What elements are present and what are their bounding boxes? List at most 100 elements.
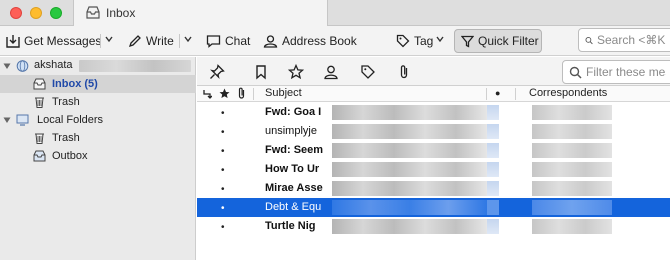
globe-icon bbox=[16, 60, 29, 72]
message-row[interactable]: • Turtle Nig bbox=[197, 217, 670, 236]
subject-column-header[interactable]: Subject bbox=[265, 87, 302, 99]
message-row[interactable]: • unsimplyje bbox=[197, 122, 670, 141]
chat-label: Chat bbox=[225, 34, 251, 48]
redacted-correspondent bbox=[532, 124, 612, 139]
outbox-icon bbox=[33, 150, 46, 162]
message-list-header: Subject ● Correspondents bbox=[197, 86, 670, 102]
redacted-unread-cell bbox=[487, 162, 499, 177]
redacted-unread-cell bbox=[487, 219, 499, 234]
folder-outbox[interactable]: Outbox bbox=[0, 147, 196, 165]
redacted-subject bbox=[332, 219, 487, 234]
folder-local-trash[interactable]: Trash bbox=[0, 129, 196, 147]
chevron-down-icon[interactable] bbox=[3, 62, 11, 70]
global-search-input[interactable] bbox=[597, 33, 670, 47]
maximize-window-button[interactable] bbox=[50, 7, 62, 19]
redacted-unread-cell bbox=[487, 143, 499, 158]
unread-filter-icon[interactable] bbox=[253, 64, 269, 80]
redacted-correspondent bbox=[532, 181, 612, 196]
tag-label: Tag bbox=[414, 34, 434, 48]
redacted-subject bbox=[332, 143, 487, 158]
filter-messages-input[interactable] bbox=[586, 65, 666, 79]
trash-label: Trash bbox=[52, 96, 80, 108]
redacted-unread-cell bbox=[487, 181, 499, 196]
unread-column-header[interactable]: ● bbox=[495, 88, 500, 98]
local-folders-label: Local Folders bbox=[37, 114, 104, 126]
chevron-down-icon[interactable] bbox=[435, 34, 445, 44]
correspondents-column-header[interactable]: Correspondents bbox=[529, 87, 607, 99]
folder-trash[interactable]: Trash bbox=[0, 93, 196, 111]
redacted-unread-cell bbox=[487, 124, 499, 139]
read-status-dot[interactable]: • bbox=[221, 222, 225, 233]
local-trash-label: Trash bbox=[52, 132, 80, 144]
redacted-unread-cell bbox=[487, 200, 499, 215]
thread-column-icon[interactable] bbox=[202, 89, 212, 99]
chat-bubble-icon bbox=[206, 35, 221, 48]
message-row[interactable]: • Fwd: Seem bbox=[197, 141, 670, 160]
read-status-dot[interactable]: • bbox=[221, 146, 225, 157]
get-messages-label: Get Messages bbox=[24, 34, 102, 48]
get-messages-button[interactable]: Get Messages bbox=[6, 30, 101, 52]
redacted-correspondent bbox=[532, 105, 612, 120]
message-subject: Fwd: Seem bbox=[265, 144, 324, 156]
outbox-label: Outbox bbox=[52, 150, 88, 162]
trash-icon bbox=[35, 97, 44, 108]
contact-icon[interactable] bbox=[323, 64, 339, 80]
star-column-icon[interactable] bbox=[219, 88, 230, 99]
write-button[interactable]: Write bbox=[128, 30, 174, 52]
redacted-correspondent bbox=[532, 143, 612, 158]
tab-inbox[interactable]: Inbox bbox=[73, 0, 328, 26]
inbox-tray-icon bbox=[33, 78, 46, 90]
inbox-tray-icon bbox=[86, 6, 100, 19]
chevron-down-icon[interactable] bbox=[3, 116, 11, 124]
redacted-subject bbox=[332, 200, 487, 215]
toolbar-divider bbox=[179, 34, 180, 48]
folder-inbox[interactable]: Inbox (5) bbox=[0, 75, 196, 93]
attachment-icon[interactable] bbox=[396, 64, 412, 80]
chat-button[interactable]: Chat bbox=[206, 30, 250, 52]
chevron-down-icon[interactable] bbox=[183, 34, 193, 44]
computer-icon bbox=[16, 114, 29, 126]
local-folders-row[interactable]: Local Folders bbox=[0, 111, 196, 129]
tag-icon[interactable] bbox=[360, 64, 376, 80]
pin-icon[interactable] bbox=[209, 64, 225, 80]
read-status-dot[interactable]: • bbox=[221, 184, 225, 195]
message-subject: Debt & Equ bbox=[265, 201, 322, 213]
title-bar: Inbox bbox=[0, 0, 670, 26]
redacted-correspondent bbox=[532, 200, 612, 215]
funnel-icon bbox=[461, 35, 474, 48]
column-divider bbox=[486, 88, 487, 100]
message-subject: How To Ur bbox=[265, 163, 320, 175]
message-row[interactable]: • Debt & Equ bbox=[197, 198, 670, 217]
account-row[interactable]: akshata bbox=[0, 57, 196, 75]
toolbar-divider bbox=[100, 34, 101, 48]
redacted-subject bbox=[332, 162, 487, 177]
column-divider bbox=[253, 88, 254, 100]
message-subject: unsimplyje bbox=[265, 125, 317, 137]
pencil-icon bbox=[128, 35, 141, 48]
redacted-subject bbox=[332, 181, 487, 196]
minimize-window-button[interactable] bbox=[30, 7, 42, 19]
message-row[interactable]: • Mirae Asse bbox=[197, 179, 670, 198]
message-row[interactable]: • How To Ur bbox=[197, 160, 670, 179]
message-row[interactable]: • Fwd: Goa I bbox=[197, 103, 670, 122]
close-window-button[interactable] bbox=[10, 7, 22, 19]
quick-filter-button[interactable]: Quick Filter bbox=[454, 29, 542, 53]
address-book-button[interactable]: Address Book bbox=[263, 30, 357, 52]
read-status-dot[interactable]: • bbox=[221, 127, 225, 138]
message-subject: Fwd: Goa I bbox=[265, 106, 322, 118]
read-status-dot[interactable]: • bbox=[221, 203, 225, 214]
read-status-dot[interactable]: • bbox=[221, 165, 225, 176]
write-label: Write bbox=[146, 34, 174, 48]
tag-button[interactable]: Tag bbox=[396, 30, 433, 52]
attachment-column-icon[interactable] bbox=[236, 87, 247, 100]
tag-icon bbox=[396, 34, 410, 48]
trash-icon bbox=[35, 133, 44, 144]
redacted-correspondent bbox=[532, 219, 612, 234]
global-search-box[interactable] bbox=[578, 28, 670, 52]
star-icon[interactable] bbox=[288, 64, 304, 80]
contacts-icon bbox=[263, 35, 278, 48]
filter-messages-box[interactable] bbox=[562, 60, 670, 84]
quick-filter-label: Quick Filter bbox=[478, 34, 539, 48]
chevron-down-icon[interactable] bbox=[104, 34, 114, 44]
read-status-dot[interactable]: • bbox=[221, 108, 225, 119]
